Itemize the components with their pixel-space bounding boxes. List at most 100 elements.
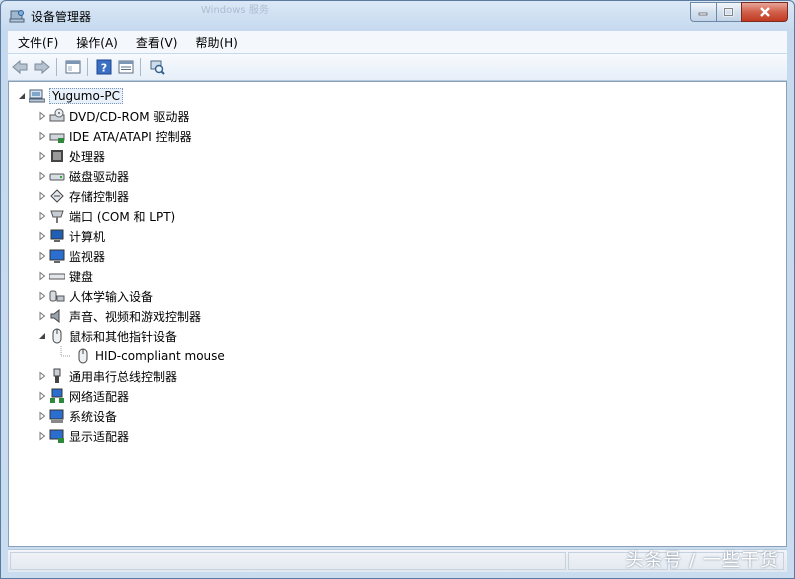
properties-button[interactable] <box>116 57 136 77</box>
expand-arrow-icon[interactable] <box>37 191 47 201</box>
forward-icon <box>34 59 50 75</box>
tree-item-label: 存储控制器 <box>69 189 130 204</box>
ide-controller-icon <box>49 128 65 144</box>
scan-hardware-button[interactable] <box>147 57 167 77</box>
device-manager-icon <box>9 10 25 23</box>
expand-arrow-icon[interactable] <box>37 411 47 421</box>
tree-item-storage-controller[interactable]: 存储控制器 <box>37 186 129 206</box>
device-manager-window: 设备管理器 Windows 服务 文件(F) 操作(A) 查看(V) 帮助(H) <box>0 0 795 579</box>
expand-arrow-icon[interactable] <box>37 371 47 381</box>
tree-root[interactable]: Yugumo-PC <box>17 86 123 106</box>
properties-icon <box>118 60 134 74</box>
expand-arrow-icon[interactable] <box>37 291 47 301</box>
tree-item-label: 声音、视频和游戏控制器 <box>69 309 202 324</box>
tree-item-dvd-cdrom[interactable]: DVD/CD-ROM 驱动器 <box>37 106 189 126</box>
tree-item-label: 系统设备 <box>69 409 118 424</box>
expand-arrow-icon[interactable] <box>37 131 47 141</box>
menu-file[interactable]: 文件(F) <box>8 34 66 51</box>
tree-item-label: 鼠标和其他指针设备 <box>69 329 178 344</box>
mouse-icon <box>75 348 91 364</box>
menu-action[interactable]: 操作(A) <box>66 34 126 51</box>
tree-item-label: DVD/CD-ROM 驱动器 <box>69 109 190 124</box>
expand-arrow-icon[interactable] <box>37 231 47 241</box>
tree-item-computer[interactable]: 计算机 <box>37 226 105 246</box>
system-device-icon <box>49 408 65 424</box>
usb-icon <box>49 368 65 384</box>
console-tree-button[interactable] <box>63 57 83 77</box>
processor-icon <box>49 148 65 164</box>
tree-item-mice[interactable]: 鼠标和其他指针设备 <box>37 326 177 346</box>
watermark: 头条号 / 一些干货 <box>625 550 779 571</box>
expand-arrow-icon[interactable] <box>37 311 47 321</box>
title-bar[interactable]: 设备管理器 Windows 服务 <box>1 1 794 31</box>
computer-icon <box>29 88 45 104</box>
storage-controller-icon <box>49 188 65 204</box>
menu-view[interactable]: 查看(V) <box>126 34 186 51</box>
tree-item-ports[interactable]: 端口 (COM 和 LPT) <box>37 206 175 226</box>
menu-bar: 文件(F) 操作(A) 查看(V) 帮助(H) <box>8 31 787 53</box>
tree-item-system[interactable]: 系统设备 <box>37 406 117 426</box>
dvd-drive-icon <box>49 108 65 124</box>
toolbar-separator <box>140 58 141 76</box>
tree-item-sound[interactable]: 声音、视频和游戏控制器 <box>37 306 201 326</box>
expand-arrow-icon[interactable] <box>37 151 47 161</box>
tree-item-label: 计算机 <box>69 229 106 244</box>
tree-item-label: 显示适配器 <box>69 429 130 444</box>
maximize-button[interactable] <box>716 2 741 22</box>
mouse-icon <box>49 328 65 344</box>
expand-arrow-icon[interactable] <box>37 271 47 281</box>
port-icon <box>49 208 65 224</box>
tree-item-label: 端口 (COM 和 LPT) <box>69 209 176 224</box>
help-button[interactable]: ? <box>94 57 114 77</box>
svg-text:?: ? <box>101 62 107 75</box>
collapse-arrow-icon[interactable] <box>37 331 47 341</box>
tree-connector <box>60 346 71 357</box>
close-button[interactable] <box>741 2 788 22</box>
tree-item-label: 处理器 <box>69 149 106 164</box>
expand-arrow-icon[interactable] <box>37 251 47 261</box>
back-button[interactable] <box>10 57 30 77</box>
computer-icon <box>49 228 65 244</box>
maximize-icon <box>723 7 734 17</box>
tree-item-label: 网络适配器 <box>69 389 130 404</box>
tree-item-label: HID-compliant mouse <box>95 349 225 363</box>
window-controls <box>690 2 788 22</box>
menu-help[interactable]: 帮助(H) <box>185 34 245 51</box>
display-adapter-icon <box>49 428 65 444</box>
expand-arrow-icon[interactable] <box>37 391 47 401</box>
tree-item-label: IDE ATA/ATAPI 控制器 <box>69 129 192 144</box>
expand-arrow-icon[interactable] <box>37 431 47 441</box>
scan-hardware-icon <box>150 60 165 75</box>
tree-item-display[interactable]: 显示适配器 <box>37 426 129 446</box>
tree-item-monitor[interactable]: 监视器 <box>37 246 105 266</box>
collapse-arrow-icon[interactable] <box>17 91 27 101</box>
tree-item-ide-controller[interactable]: IDE ATA/ATAPI 控制器 <box>37 126 192 146</box>
device-tree[interactable]: Yugumo-PC DVD/CD-ROM 驱动器 IDE ATA/ATAPI 控… <box>8 81 787 547</box>
toolbar-separator <box>56 58 57 76</box>
window-title: 设备管理器 <box>31 10 92 24</box>
expand-arrow-icon[interactable] <box>37 171 47 181</box>
status-cell-main <box>10 552 566 570</box>
minimize-button[interactable] <box>690 2 716 22</box>
tree-item-keyboard[interactable]: 键盘 <box>37 266 93 286</box>
tree-item-usb[interactable]: 通用串行总线控制器 <box>37 366 177 386</box>
background-window-title: Windows 服务 <box>201 5 269 16</box>
human-interface-device-icon <box>49 288 65 304</box>
minimize-icon <box>698 12 708 16</box>
tree-item-hid[interactable]: 人体学输入设备 <box>37 286 153 306</box>
tree-item-disk-drive[interactable]: 磁盘驱动器 <box>37 166 129 186</box>
keyboard-icon <box>49 268 65 284</box>
expand-arrow-icon[interactable] <box>37 211 47 221</box>
tree-item-label: 通用串行总线控制器 <box>69 369 178 384</box>
forward-button[interactable] <box>32 57 52 77</box>
close-icon <box>759 7 770 17</box>
tree-item-hid-mouse[interactable]: HID-compliant mouse <box>57 346 225 366</box>
expand-arrow-icon[interactable] <box>37 111 47 121</box>
tree-item-processor[interactable]: 处理器 <box>37 146 105 166</box>
computer-name[interactable]: Yugumo-PC <box>49 88 123 104</box>
tree-item-label: 磁盘驱动器 <box>69 169 130 184</box>
tree-item-network[interactable]: 网络适配器 <box>37 386 129 406</box>
disk-drive-icon <box>49 168 65 184</box>
tree-item-label: 监视器 <box>69 249 106 264</box>
speaker-icon <box>49 308 65 324</box>
